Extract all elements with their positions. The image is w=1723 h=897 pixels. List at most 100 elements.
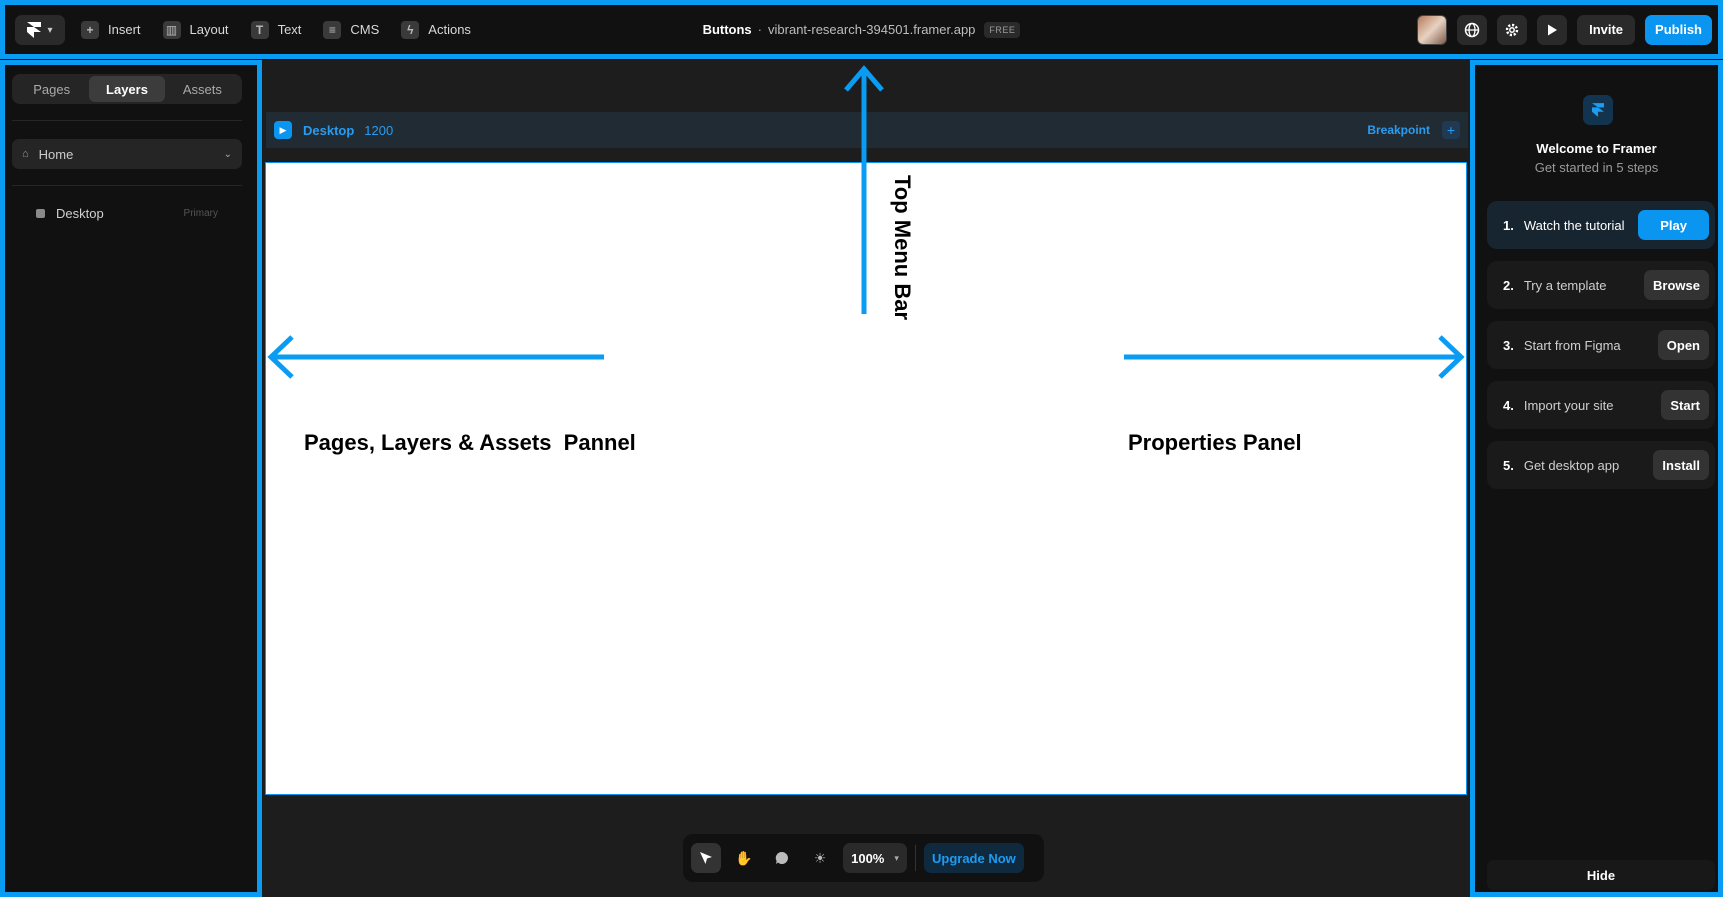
hand-icon: ✋ (735, 849, 753, 866)
settings-button[interactable] (1497, 14, 1528, 45)
browse-button[interactable]: Browse (1644, 270, 1709, 300)
select-tool[interactable] (691, 843, 721, 873)
step-watch-tutorial[interactable]: 1. Watch the tutorial Play (1487, 201, 1715, 249)
canvas-toolbar: ✋ ☀ 100% ▾ Upgrade Now (683, 834, 1044, 882)
plus-square-icon: + (81, 20, 99, 39)
tab-assets[interactable]: Assets (165, 76, 240, 102)
start-button[interactable]: Start (1661, 390, 1709, 420)
framer-logo-icon (1592, 103, 1604, 117)
step-number: 4. (1503, 397, 1514, 413)
layer-item-desktop[interactable]: Desktop Primary (12, 203, 242, 223)
main-menu: + Insert ▥ Layout T Text ≡ CMS ϟ Actions (81, 5, 471, 54)
invite-button[interactable]: Invite (1577, 14, 1636, 45)
divider (12, 185, 242, 186)
globe-button[interactable] (1457, 14, 1488, 45)
layer-tag: Primary (183, 207, 218, 219)
step-label: Watch the tutorial (1523, 217, 1625, 233)
step-label: Start from Figma (1523, 337, 1621, 353)
sun-icon: ☀ (813, 849, 827, 866)
arrow-up-head (844, 65, 884, 92)
annotation-left-label: Pages, Layers & Assets Pannel (304, 430, 636, 455)
onboarding-steps: 1. Watch the tutorial Play 2. Try a temp… (1487, 201, 1715, 501)
upgrade-button[interactable]: Upgrade Now (924, 843, 1024, 873)
project-domain: vibrant-research-394501.framer.app (768, 22, 976, 37)
play-button[interactable]: Play (1638, 210, 1709, 240)
menu-cms[interactable]: ≡ CMS (323, 20, 380, 39)
open-button[interactable]: Open (1657, 330, 1709, 360)
properties-panel: Welcome to Framer Get started in 5 steps… (1470, 60, 1723, 897)
annotation-top-label: Top Menu Bar (890, 175, 915, 321)
breakpoint-bar: ▶ Desktop 1200 Breakpoint + (266, 112, 1468, 148)
text-icon: T (250, 20, 269, 39)
database-icon: ≡ (323, 20, 342, 39)
zoom-select[interactable]: 100% ▾ (843, 843, 907, 873)
project-name: Buttons (702, 22, 752, 37)
breakpoint-name[interactable]: Desktop (303, 123, 354, 138)
zoom-value: 100% (851, 850, 885, 866)
pages-layers-assets-panel: Pages Layers Assets ⌂ Home ⌄ Desktop Pri… (0, 60, 262, 897)
desktop-frame[interactable]: Pages, Layers & Assets Pannel Properties… (265, 162, 1467, 795)
cursor-icon (700, 852, 712, 864)
add-breakpoint-button[interactable]: + (1442, 121, 1460, 139)
preview-breakpoint-button[interactable]: ▶ (274, 121, 292, 139)
theme-toggle[interactable]: ☀ (805, 843, 835, 873)
home-icon: ⌂ (22, 148, 29, 160)
publish-button[interactable]: Publish (1645, 14, 1712, 45)
chevron-down-icon: ▾ (47, 24, 53, 36)
hide-button[interactable]: Hide (1487, 860, 1715, 890)
framer-logo (1583, 95, 1613, 125)
menu-insert-label: Insert (108, 22, 141, 37)
tab-pages[interactable]: Pages (14, 76, 89, 102)
welcome-subtitle: Get started in 5 steps (1534, 160, 1659, 175)
chevron-down-icon: ⌄ (223, 148, 232, 160)
layer-name: Desktop (56, 205, 104, 221)
toolbar-divider (915, 845, 916, 871)
menu-text-label: Text (277, 22, 302, 37)
step-number: 3. (1503, 337, 1514, 353)
framer-editor: ▾ + Insert ▥ Layout T Text ≡ CMS ϟ Actio… (0, 0, 1723, 897)
breakpoint-label[interactable]: Breakpoint (1367, 123, 1430, 137)
step-number: 5. (1503, 457, 1514, 473)
canvas[interactable]: ▶ Desktop 1200 Breakpoint + Pages, Layer… (262, 60, 1470, 897)
breakpoint-width: 1200 (364, 122, 394, 138)
annotation-right-label: Properties Panel (1128, 430, 1302, 455)
menu-layout[interactable]: ▥ Layout (162, 20, 229, 39)
step-label: Import your site (1523, 397, 1614, 413)
bolt-icon: ϟ (401, 20, 420, 39)
hand-tool[interactable]: ✋ (729, 843, 759, 873)
step-desktop-app[interactable]: 5. Get desktop app Install (1487, 441, 1715, 489)
topbar-right-tools: Invite Publish (1417, 5, 1712, 54)
step-import-site[interactable]: 4. Import your site Start (1487, 381, 1715, 429)
title-separator: · (757, 22, 763, 37)
layout-icon: ▥ (162, 20, 181, 39)
comment-tool[interactable] (767, 843, 797, 873)
step-label: Try a template (1523, 277, 1607, 293)
panel-tabs: Pages Layers Assets (12, 74, 242, 104)
step-number: 1. (1503, 217, 1514, 233)
menu-cms-label: CMS (350, 22, 380, 37)
framer-logo-icon (27, 22, 42, 38)
gear-icon (1505, 23, 1519, 36)
page-select-value: Home (38, 146, 74, 162)
step-start-from-figma[interactable]: 3. Start from Figma Open (1487, 321, 1715, 369)
menu-insert[interactable]: + Insert (81, 20, 141, 39)
menu-actions[interactable]: ϟ Actions (401, 20, 471, 39)
top-menu-bar: ▾ + Insert ▥ Layout T Text ≡ CMS ϟ Actio… (0, 0, 1723, 59)
frame-icon (36, 208, 45, 218)
step-try-template[interactable]: 2. Try a template Browse (1487, 261, 1715, 309)
menu-actions-label: Actions (428, 22, 471, 37)
avatar[interactable] (1417, 14, 1448, 45)
menu-layout-label: Layout (189, 22, 229, 37)
plan-badge: FREE (984, 21, 1021, 38)
step-label: Get desktop app (1523, 457, 1620, 473)
preview-button[interactable] (1537, 14, 1568, 45)
tab-layers[interactable]: Layers (89, 76, 165, 102)
comment-icon (775, 851, 788, 864)
menu-text[interactable]: T Text (250, 20, 302, 39)
divider (12, 120, 242, 121)
framer-menu-button[interactable]: ▾ (15, 15, 65, 45)
install-button[interactable]: Install (1653, 450, 1709, 480)
play-icon (1548, 24, 1558, 35)
page-select[interactable]: ⌂ Home ⌄ (12, 139, 242, 169)
chevron-down-icon: ▾ (894, 852, 899, 863)
